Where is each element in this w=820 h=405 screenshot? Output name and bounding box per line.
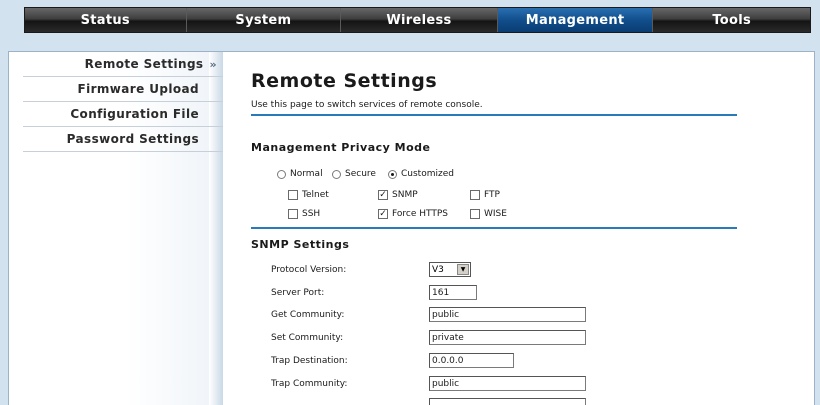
trap-destination-label: Trap Destination: [271,356,348,366]
checkbox-telnet[interactable]: Telnet [288,190,329,200]
dropdown-arrow-icon: ▼ [457,264,469,275]
tab-system[interactable]: System [187,8,342,32]
get-community-input[interactable]: public [429,307,586,322]
sidebar-item-label: Remote Settings [84,57,204,71]
checkbox-icon [288,190,298,200]
checkbox-force-https[interactable]: ✓ Force HTTPS [378,209,448,219]
sidebar-item-label: Configuration File [70,107,199,121]
set-community-input[interactable]: private [429,330,586,345]
protocol-version-select[interactable]: V3 ▼ [429,262,471,277]
sidebar-item-firmware-upload[interactable]: Firmware Upload [23,77,223,102]
trap-community-input[interactable]: public [429,376,586,391]
tab-management[interactable]: Management [497,8,654,32]
set-community-label: Set Community: [271,333,344,343]
double-arrow-right-icon: » [209,57,217,71]
checkbox-wise[interactable]: WISE [470,209,507,219]
tab-status[interactable]: Status [25,8,187,32]
main-frame: Remote Settings » Firmware Upload Config… [8,51,815,405]
tab-wireless[interactable]: Wireless [341,8,498,32]
checkbox-checked-icon: ✓ [378,209,388,219]
radio-customized[interactable]: Customized [388,169,454,179]
checkbox-ssh[interactable]: SSH [288,209,320,219]
server-port-label: Server Port: [271,288,325,298]
radio-secure[interactable]: Secure [332,169,376,179]
partial-input-field[interactable] [429,398,586,405]
checkbox-snmp[interactable]: ✓ SNMP [378,190,418,200]
sidebar-item-remote-settings[interactable]: Remote Settings » [23,52,223,77]
sidebar-item-configuration-file[interactable]: Configuration File [23,102,223,127]
checkbox-icon [470,209,480,219]
radio-icon [332,169,341,179]
radio-normal[interactable]: Normal [277,169,323,179]
sidebar-item-password-settings[interactable]: Password Settings [23,127,223,152]
protocol-version-label: Protocol Version: [271,265,347,275]
checkbox-icon [288,209,298,219]
get-community-label: Get Community: [271,310,345,320]
tab-tools[interactable]: Tools [653,8,810,32]
divider [251,227,737,229]
sidebar: Remote Settings » Firmware Upload Config… [9,52,223,405]
radio-icon [277,169,286,179]
divider [251,114,737,116]
snmp-settings-heading: SNMP Settings [251,238,350,251]
page-title: Remote Settings [251,70,438,92]
sidebar-item-label: Password Settings [66,132,199,146]
privacy-mode-heading: Management Privacy Mode [251,141,431,154]
top-navigation: Status System Wireless Management Tools [24,7,811,33]
sidebar-item-label: Firmware Upload [77,82,199,96]
checkbox-ftp[interactable]: FTP [470,190,500,200]
sidebar-menu: Remote Settings » Firmware Upload Config… [23,52,223,152]
trap-community-label: Trap Community: [271,379,348,389]
radio-selected-icon [388,169,397,179]
server-port-input[interactable]: 161 [429,285,477,300]
page-description: Use this page to switch services of remo… [251,100,483,110]
trap-destination-input[interactable]: 0.0.0.0 [429,353,514,368]
checkbox-checked-icon: ✓ [378,190,388,200]
checkbox-icon [470,190,480,200]
